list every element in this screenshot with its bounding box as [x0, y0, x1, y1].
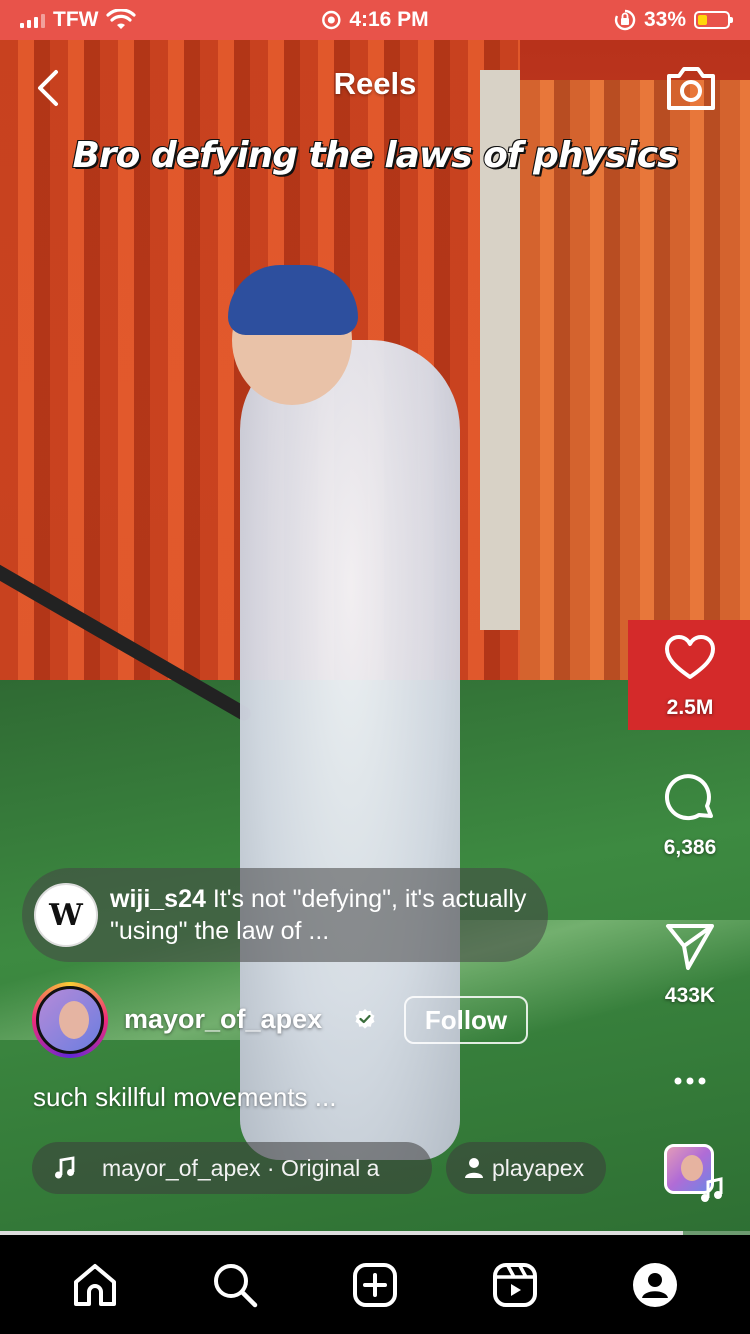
nav-reels[interactable] — [485, 1255, 545, 1315]
comment-text: wiji_s24 It's not "defying", it's actual… — [110, 883, 530, 947]
follow-button[interactable]: Follow — [404, 996, 528, 1044]
share-action[interactable]: 433K — [630, 918, 750, 1008]
nav-search[interactable] — [205, 1255, 265, 1315]
carrier-label: TFW — [53, 8, 99, 31]
top-comment-preview[interactable]: W wiji_s24 It's not "defying", it's actu… — [22, 868, 548, 962]
battery-percent: 33% — [643, 8, 686, 31]
author-avatar-image — [36, 986, 104, 1054]
comment-action[interactable]: 6,386 — [630, 770, 750, 860]
profile-icon[interactable] — [630, 1260, 680, 1310]
tagged-user-label: playapex — [492, 1154, 585, 1181]
post-caption[interactable]: such skillful movements ... — [33, 1082, 336, 1113]
reels-icon[interactable] — [490, 1260, 540, 1310]
music-note-icon — [55, 1156, 75, 1179]
status-left: TFW — [20, 8, 137, 32]
music-note-icon — [701, 1177, 723, 1202]
status-time: 4:16 PM — [349, 8, 429, 31]
nav-profile[interactable] — [625, 1255, 685, 1315]
search-icon[interactable] — [210, 1260, 260, 1310]
create-icon[interactable] — [350, 1260, 400, 1310]
comment-count: 6,386 — [663, 836, 717, 859]
battery-fill — [698, 15, 708, 25]
camera-icon[interactable] — [664, 62, 718, 114]
author-avatar-face — [59, 1001, 89, 1039]
audio-pill[interactable]: mayor_of_apex · Original a — [32, 1142, 432, 1194]
nav-home[interactable] — [65, 1255, 125, 1315]
battery-icon — [694, 11, 733, 29]
location-icon — [322, 10, 341, 30]
status-right: 33% — [614, 8, 733, 32]
page-title: Reels — [333, 66, 417, 101]
heart-icon[interactable] — [662, 630, 718, 686]
author-username[interactable]: mayor_of_apex — [124, 1004, 322, 1035]
audio-label: mayor_of_apex · Original a — [102, 1154, 380, 1181]
like-action[interactable]: 2.5M — [630, 630, 750, 720]
status-center: 4:16 PM — [321, 8, 429, 32]
video-text-overlay: Bro defying the laws of physics — [71, 134, 679, 177]
more-options-icon[interactable] — [670, 1066, 710, 1096]
like-count: 2.5M — [666, 696, 714, 719]
home-icon[interactable] — [70, 1260, 120, 1310]
signal-icon — [20, 12, 45, 28]
author-avatar[interactable] — [32, 982, 108, 1058]
share-icon[interactable] — [662, 918, 718, 974]
person-icon — [465, 1158, 483, 1178]
wifi-icon — [106, 9, 137, 29]
comment-username[interactable]: wiji_s24 — [110, 885, 206, 913]
share-count: 433K — [664, 984, 716, 1007]
status-bar: TFW 4:16 PM 33% — [0, 0, 750, 40]
verified-badge-icon — [355, 1009, 375, 1029]
orientation-lock-icon — [614, 9, 636, 31]
comment-icon[interactable] — [662, 770, 718, 826]
tagged-user-pill[interactable]: playapex — [446, 1142, 606, 1194]
nav-create[interactable] — [345, 1255, 405, 1315]
bottom-navigation — [0, 1235, 750, 1334]
comment-avatar[interactable]: W — [34, 883, 98, 947]
